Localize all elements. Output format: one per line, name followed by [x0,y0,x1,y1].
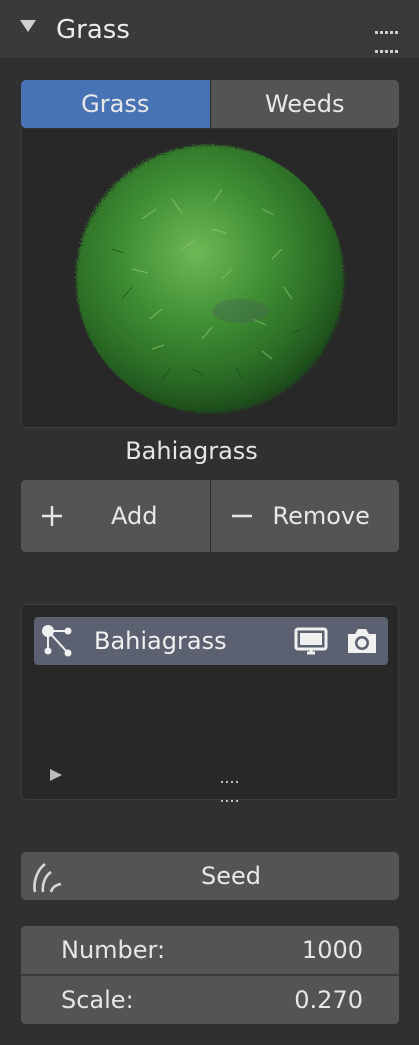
list-item[interactable]: Bahiagrass [34,617,388,665]
particle-system-icon [42,625,72,657]
expand-arrow-icon[interactable] [50,769,62,781]
list-item-label: Bahiagrass [94,627,227,655]
disclosure-triangle-icon[interactable] [20,20,36,32]
particle-system-list[interactable]: Bahiagrass [21,604,399,802]
minus-icon [231,514,252,518]
camera-icon[interactable] [344,625,380,657]
seed-label: Seed [201,862,261,890]
remove-button[interactable]: Remove [209,480,399,552]
add-remove-row: Add Remove [21,480,399,552]
add-button[interactable]: Add [21,480,210,552]
remove-label: Remove [272,502,370,530]
scale-label: Scale: [61,986,134,1014]
drag-grip-icon[interactable] [375,22,407,53]
panel-header[interactable]: Grass [0,0,419,58]
tab-grass[interactable]: Grass [21,80,210,128]
tab-weeds[interactable]: Weeds [209,80,399,128]
number-value: 1000 [301,936,363,964]
scale-field[interactable]: Scale: 0.270 [21,976,399,1024]
number-field[interactable]: Number: 1000 [21,926,399,974]
seed-button[interactable]: Seed [21,852,399,900]
add-label: Add [111,502,158,530]
list-resize-grip-icon[interactable] [221,771,251,802]
grass-ball-thumbnail [76,145,344,413]
monitor-icon[interactable] [294,627,328,657]
category-tabs: Grass Weeds [21,80,399,128]
property-fields: Number: 1000 Scale: 0.270 [21,926,399,1024]
asset-name-label: Bahiagrass [125,437,258,465]
panel-title: Grass [56,15,130,45]
plus-icon [42,506,62,526]
scale-value: 0.270 [294,986,363,1014]
number-label: Number: [61,936,166,964]
asset-preview[interactable] [21,129,399,428]
